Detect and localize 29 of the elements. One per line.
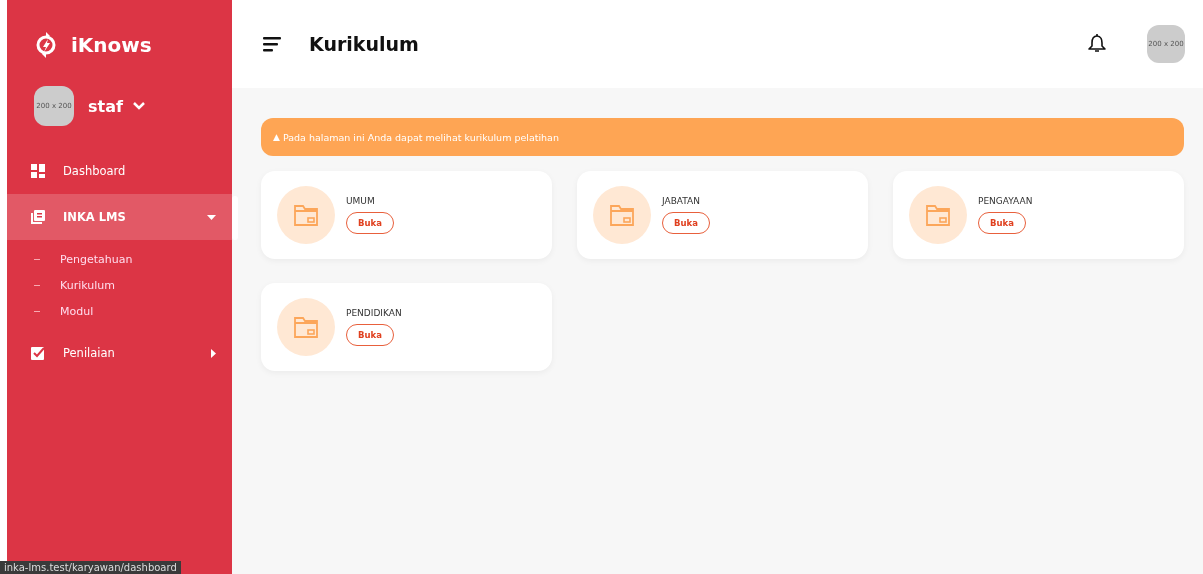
dash-icon — [34, 258, 40, 260]
dash-icon — [34, 310, 40, 312]
checkbox-icon — [31, 346, 45, 360]
submenu-item[interactable]: Pengetahuan — [34, 246, 232, 272]
chevron-down-icon[interactable] — [132, 102, 145, 110]
warning-icon: ▲ — [273, 132, 280, 142]
nav-item[interactable]: Penilaian — [7, 330, 232, 376]
open-button[interactable]: Buka — [662, 212, 710, 234]
brand-name: iKnows — [71, 33, 152, 57]
card-title: JABATAN — [662, 196, 701, 206]
page-title: Kurikulum — [309, 33, 419, 55]
bell-icon[interactable] — [1087, 34, 1107, 54]
open-button[interactable]: Buka — [978, 212, 1026, 234]
status-url: inka-lms.test/karyawan/dashboard — [0, 561, 181, 574]
submenu-item[interactable]: Modul — [34, 298, 232, 324]
dashboard-icon — [31, 164, 45, 178]
dash-icon — [34, 284, 40, 286]
submenu-item[interactable]: Kurikulum — [34, 272, 232, 298]
card-title: PENGAYAAN — [978, 196, 1033, 206]
alert-text: Pada halaman ini Anda dapat melihat kurikulum pelatihan — [282, 131, 559, 143]
menu-icon[interactable] — [263, 36, 283, 52]
card-title: PENDIDIKAN — [346, 308, 402, 318]
card-title: UMUM — [346, 196, 376, 206]
open-button[interactable]: Buka — [346, 212, 394, 234]
logo-icon — [35, 31, 57, 59]
document-icon — [31, 210, 45, 224]
user-name[interactable]: staf — [88, 96, 123, 116]
nav-item[interactable]: Dashboard — [7, 148, 232, 194]
open-button[interactable]: Buka — [346, 324, 394, 346]
